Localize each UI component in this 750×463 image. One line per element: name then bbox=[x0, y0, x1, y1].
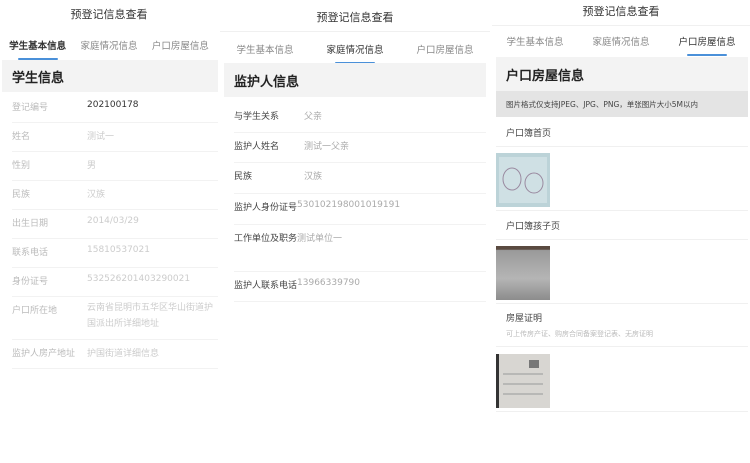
tab-family-info[interactable]: 家庭情况信息 bbox=[73, 38, 144, 52]
row-value: 测试一 bbox=[87, 132, 115, 142]
tab-bar: 学生基本信息 家庭情况信息 户口房屋信息 bbox=[0, 38, 218, 52]
info-row: 登记编号 202100178 bbox=[12, 94, 218, 123]
row-value: 202100178 bbox=[87, 100, 139, 110]
info-row: 户口所在地 云南省昆明市五华区华山街道护国派出所详细地址 bbox=[12, 297, 218, 340]
divider bbox=[496, 346, 748, 347]
item-label: 房屋证明 bbox=[506, 314, 543, 324]
info-row: 工作单位及职务 测试单位一 bbox=[234, 225, 486, 272]
tab-bar: 学生基本信息 家庭情况信息 户口房屋信息 bbox=[492, 34, 750, 48]
section-header: 监护人信息 bbox=[224, 63, 486, 97]
row-value: 云南省昆明市五华区华山街道护国派出所详细地址 bbox=[87, 303, 214, 329]
info-row: 与学生关系 父亲 bbox=[234, 103, 486, 133]
tab-student-info[interactable]: 学生基本信息 bbox=[220, 42, 310, 56]
tab-household-info[interactable]: 户口房屋信息 bbox=[145, 38, 216, 52]
info-row: 监护人房产地址 护国街道详细信息 bbox=[12, 340, 218, 369]
row-label: 登记编号 bbox=[12, 103, 49, 113]
row-value: 护国街道详细信息 bbox=[87, 349, 160, 359]
row-label: 工作单位及职务 bbox=[234, 234, 298, 244]
row-label: 户口所在地 bbox=[12, 306, 58, 316]
row-label: 身份证号 bbox=[12, 277, 49, 287]
row-label: 出生日期 bbox=[12, 219, 49, 229]
row-value: 530102198001019191 bbox=[297, 200, 401, 210]
section-header: 户口房屋信息 bbox=[496, 57, 748, 91]
page-title: 预登记信息查看 bbox=[70, 8, 148, 21]
info-row: 出生日期 2014/03/29 bbox=[12, 210, 218, 239]
row-label: 民族 bbox=[12, 190, 31, 200]
item-label: 户口簿首页 bbox=[506, 129, 552, 139]
divider bbox=[220, 31, 490, 32]
row-value: 15810537021 bbox=[87, 245, 150, 255]
divider bbox=[496, 411, 748, 412]
page-title: 预登记信息查看 bbox=[316, 11, 394, 24]
divider bbox=[496, 239, 748, 240]
row-label: 监护人联系电话 bbox=[234, 281, 298, 291]
tab-household-info[interactable]: 户口房屋信息 bbox=[400, 42, 490, 56]
row-value: 测试单位一 bbox=[297, 234, 343, 244]
tab-household-info[interactable]: 户口房屋信息 bbox=[664, 34, 750, 48]
row-value: 532526201403290021 bbox=[87, 274, 191, 284]
info-row: 性别 男 bbox=[12, 152, 218, 181]
row-value: 汉族 bbox=[304, 172, 323, 182]
divider bbox=[496, 146, 748, 147]
row-value: 2014/03/29 bbox=[87, 216, 139, 226]
row-label: 监护人身份证号 bbox=[234, 203, 298, 213]
info-row: 身份证号 532526201403290021 bbox=[12, 268, 218, 297]
page-title: 预登记信息查看 bbox=[582, 5, 660, 18]
info-row: 民族 汉族 bbox=[12, 181, 218, 210]
row-label: 与学生关系 bbox=[234, 112, 280, 122]
row-label: 联系电话 bbox=[12, 248, 49, 258]
household-first-page-image[interactable] bbox=[496, 153, 550, 207]
section-header: 学生信息 bbox=[2, 60, 218, 92]
info-row: 监护人姓名 测试一父亲 bbox=[234, 133, 486, 163]
info-row: 民族 汉族 bbox=[234, 163, 486, 194]
house-certificate-image[interactable] bbox=[496, 354, 550, 408]
item-label: 户口簿孩子页 bbox=[506, 222, 561, 232]
row-value: 测试一父亲 bbox=[304, 142, 350, 152]
info-row: 监护人身份证号 530102198001019191 bbox=[234, 194, 486, 225]
row-value: 汉族 bbox=[87, 190, 106, 200]
divider bbox=[496, 210, 748, 211]
row-label: 性别 bbox=[12, 161, 31, 171]
info-row: 联系电话 15810537021 bbox=[12, 239, 218, 268]
tab-student-info[interactable]: 学生基本信息 bbox=[2, 38, 73, 52]
tab-bar: 学生基本信息 家庭情况信息 户口房屋信息 bbox=[220, 42, 490, 56]
info-row: 监护人联系电话 13966339790 bbox=[234, 272, 486, 302]
tab-family-info[interactable]: 家庭情况信息 bbox=[578, 34, 664, 48]
row-value: 男 bbox=[87, 161, 97, 171]
row-value: 父亲 bbox=[304, 112, 323, 122]
tab-student-info[interactable]: 学生基本信息 bbox=[492, 34, 578, 48]
row-label: 监护人姓名 bbox=[234, 142, 280, 152]
row-value: 13966339790 bbox=[297, 278, 361, 288]
household-child-page-image[interactable] bbox=[496, 246, 550, 300]
info-row: 姓名 测试一 bbox=[12, 123, 218, 152]
divider bbox=[492, 25, 750, 26]
family-info-screen: 预登记信息查看 学生基本信息 家庭情况信息 户口房屋信息 监护人信息 与学生关系… bbox=[220, 0, 490, 463]
row-label: 姓名 bbox=[12, 132, 31, 142]
item-caption: 可上传房产证、购房合同备案登记表、无房证明 bbox=[506, 330, 653, 338]
divider bbox=[496, 303, 748, 304]
row-label: 监护人房产地址 bbox=[12, 349, 76, 359]
household-info-screen: 预登记信息查看 学生基本信息 家庭情况信息 户口房屋信息 户口房屋信息 图片格式… bbox=[492, 0, 750, 463]
upload-notice: 图片格式仅支持JPEG、JPG、PNG，单张图片大小5M以内 bbox=[496, 91, 748, 117]
row-label: 民族 bbox=[234, 172, 253, 182]
tab-family-info[interactable]: 家庭情况信息 bbox=[310, 42, 400, 56]
student-info-screen: 预登记信息查看 学生基本信息 家庭情况信息 户口房屋信息 学生信息 登记编号 20… bbox=[0, 0, 218, 463]
